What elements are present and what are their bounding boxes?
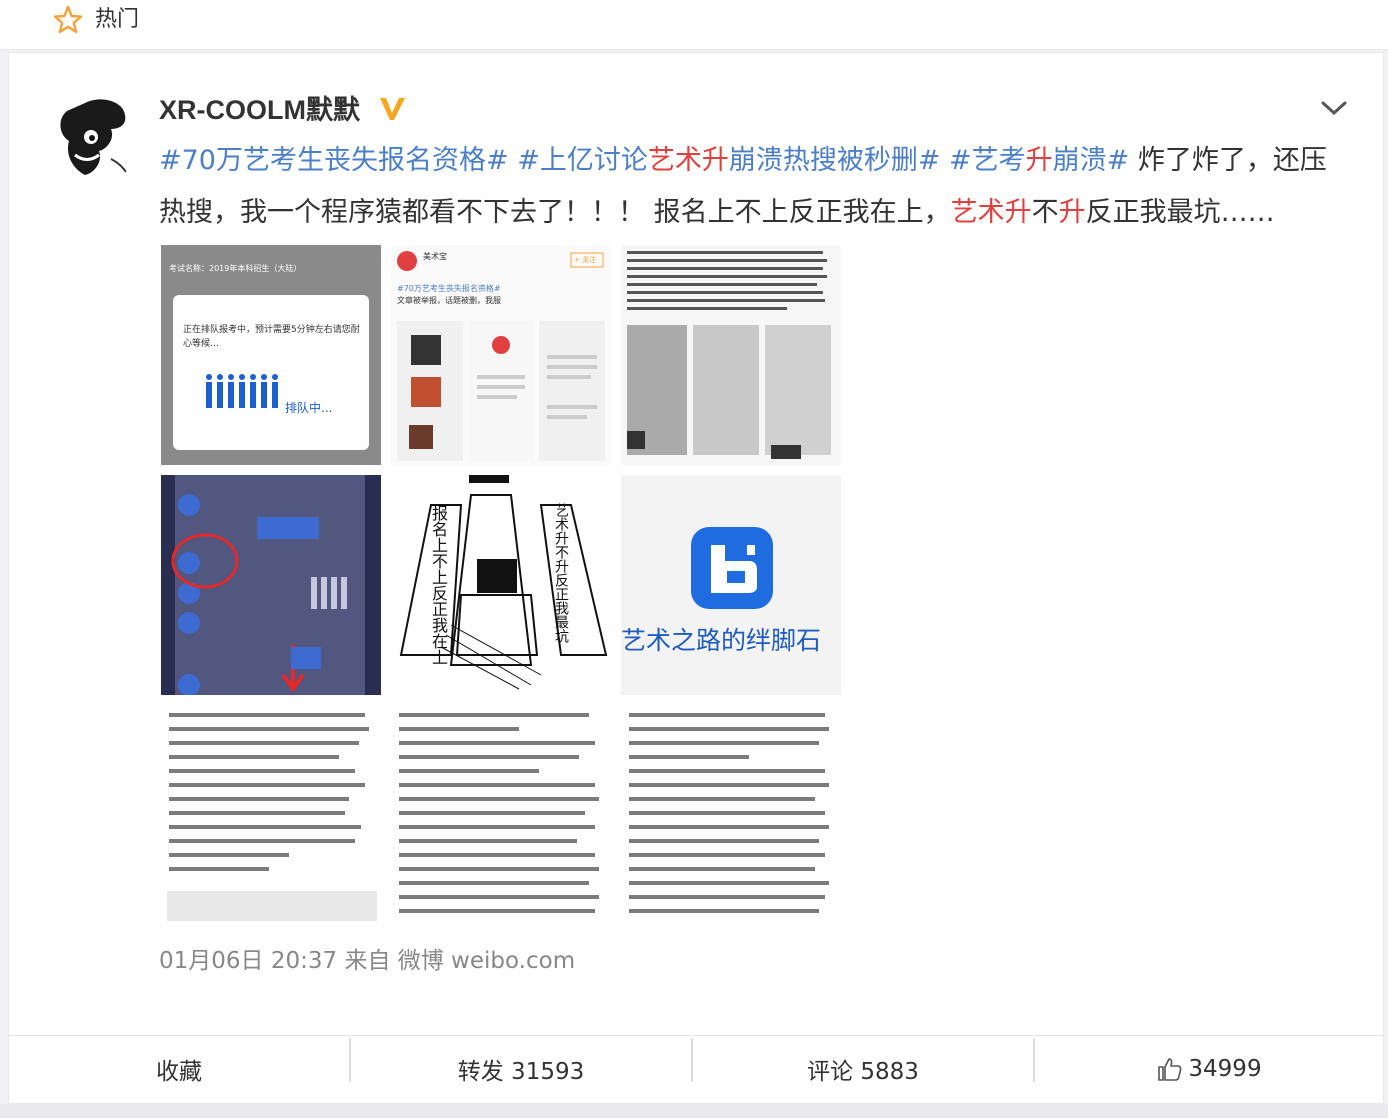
hashtag-link[interactable]: 崩溃热搜被秒删# (729, 145, 941, 176)
queue-dialog-text: 正在排队报考中，预计需要5分钟左右请您耐心等候… (183, 325, 360, 349)
text-screenshot (627, 251, 831, 459)
post-image-4[interactable] (161, 475, 381, 695)
post-image-5[interactable]: 报名上不上反正我在上 艺术升不升反正我最坑 (391, 475, 611, 695)
comic-right-text: 艺术升不升反正我最坑 (553, 503, 569, 643)
text-screenshot (399, 713, 599, 913)
image-topic-line: 文章被举报，话题被删，我服 (397, 296, 501, 305)
hot-label[interactable]: 热门 (95, 6, 139, 34)
like-count: 34999 (1188, 1056, 1262, 1082)
image-grid: 考试名称：2019年本科招生（大陆） 正在排队报考中，预计需要5分钟左右请您耐心… (161, 245, 841, 925)
weibo-page: 热门 XR-COOLM默默 #70万艺考生丧失报名资格# #上亿讨论艺术升崩溃热… (0, 0, 1388, 1118)
post-image-7[interactable] (161, 705, 381, 925)
post-text-fragment (940, 145, 949, 176)
favorite-button[interactable]: 收藏 (9, 1036, 349, 1102)
hashtag-link[interactable]: #70万艺考生丧失报名资格# (159, 145, 509, 176)
comment-button[interactable]: 评论 5883 (693, 1036, 1033, 1102)
thumbs-up-icon (1158, 1058, 1182, 1081)
comic-drawing (399, 475, 608, 690)
search-highlight: 艺术升 (950, 197, 1032, 228)
comic-left-text: 报名上不上反正我在上 (429, 505, 448, 665)
queue-status: 排队中... (285, 401, 333, 415)
post-image-3[interactable] (621, 245, 841, 465)
screenshot-collage (397, 251, 605, 461)
action-bar: 收藏 转发 31593 评论 5883 34999 (9, 1035, 1383, 1101)
post-card: XR-COOLM默默 #70万艺考生丧失报名资格# #上亿讨论艺术升崩溃热搜被秒… (8, 52, 1384, 1104)
text-screenshot (167, 713, 377, 921)
image-account-name: 美术宝 (423, 252, 447, 261)
chevron-down-icon[interactable] (1319, 95, 1349, 121)
search-highlight: 升 (1058, 197, 1086, 228)
avatar-sketch-icon (45, 89, 141, 185)
post-meta: 01月06日 20:37 来自 微博 weibo.com (159, 948, 576, 974)
post-image-6[interactable]: 艺术之路的绊脚石 (621, 475, 841, 695)
vip-v-icon (380, 98, 405, 120)
like-button[interactable]: 34999 (1035, 1036, 1383, 1102)
repost-button[interactable]: 转发 31593 (351, 1036, 691, 1102)
post-text-fragment: 反正我最坑…… (1085, 197, 1275, 228)
post-image-9[interactable] (621, 705, 841, 925)
post-text-fragment (509, 145, 518, 176)
star-icon (53, 5, 83, 34)
hot-header: 热门 (0, 0, 1388, 50)
user-avatar[interactable] (45, 89, 141, 185)
app-logo-icon (691, 527, 773, 609)
phone-photo (171, 475, 365, 695)
repost-label: 转发 31593 (457, 1059, 585, 1085)
image-follow-label: + 关注 (574, 256, 597, 264)
favorite-label: 收藏 (156, 1059, 202, 1085)
comment-label: 评论 5883 (807, 1059, 919, 1085)
app-slogan: 艺术之路的绊脚石 (621, 626, 822, 655)
post-text-fragment: 不 (1031, 197, 1059, 228)
hashtag-link[interactable]: 崩溃# (1053, 145, 1130, 176)
user-name[interactable]: XR-COOLM默默 (159, 93, 360, 127)
search-highlight: 艺术升 (647, 145, 729, 176)
page-footer-strip (0, 1104, 1388, 1118)
post-text: #70万艺考生丧失报名资格# #上亿讨论艺术升崩溃热搜被秒删# #艺考升崩溃# … (159, 135, 1339, 239)
text-screenshot (629, 713, 829, 913)
hashtag-link[interactable]: #艺考 (949, 145, 1026, 176)
post-image-1[interactable]: 考试名称：2019年本科招生（大陆） 正在排队报考中，预计需要5分钟左右请您耐心… (161, 245, 381, 465)
queue-dialog: 正在排队报考中，预计需要5分钟左右请您耐心等候… 排队中... (173, 295, 369, 450)
post-image-2[interactable]: 美术宝 + 关注 #70万艺考生丧失报名资格# 文章被举报，话题被删，我服 (391, 245, 611, 465)
queue-people-icon (206, 374, 278, 408)
search-highlight: 升 (1025, 145, 1053, 176)
hashtag-link[interactable]: #上亿讨论 (517, 145, 648, 176)
post-image-8[interactable] (391, 705, 611, 925)
image-topic-tag: #70万艺考生丧失报名资格# (397, 284, 501, 293)
image-exam-title: 考试名称：2019年本科招生（大陆） (169, 264, 302, 273)
